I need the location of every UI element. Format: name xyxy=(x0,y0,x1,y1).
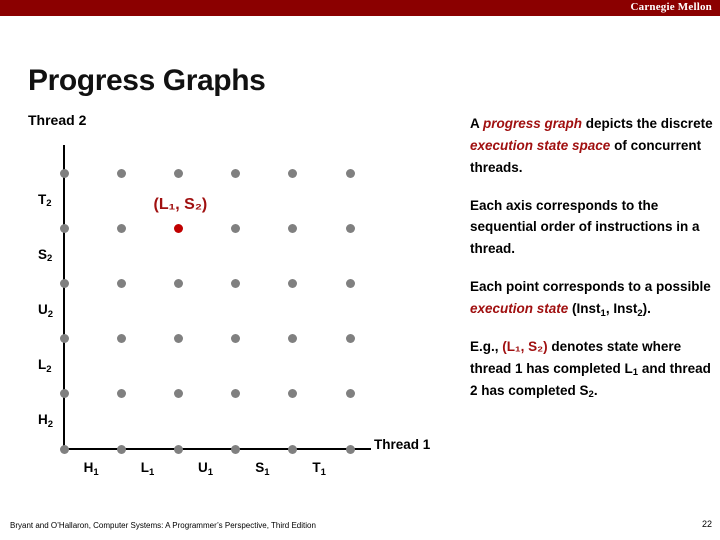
description-paragraph-1: A progress graph depicts the discrete ex… xyxy=(470,113,714,179)
state-dot xyxy=(231,389,241,399)
state-dot xyxy=(173,389,183,399)
p4-text-4: . xyxy=(593,382,598,398)
p4-state-accent: (L₁, S₂) xyxy=(502,338,548,354)
state-dot xyxy=(173,444,183,454)
description-paragraph-2: Each axis corresponds to the sequential … xyxy=(470,195,714,261)
y-axis-tick-h2: H2 xyxy=(38,412,54,430)
description-column: A progress graph depicts the discrete ex… xyxy=(470,113,714,417)
x-axis-tick-t1: T1 xyxy=(312,460,326,478)
p1-text-2: depicts the discrete xyxy=(582,116,713,131)
state-dot xyxy=(288,168,298,178)
x-axis-tick-h1: H1 xyxy=(83,460,99,478)
x-axis-tick-s1: S1 xyxy=(255,460,270,478)
state-dot xyxy=(345,444,355,454)
p4-subscript-2: 2 xyxy=(588,389,594,401)
state-dot xyxy=(59,444,69,454)
y-axis-line xyxy=(63,145,65,449)
p3-text-1: Each point corresponds to a possible xyxy=(470,279,711,295)
state-dot xyxy=(231,223,241,233)
p3-emphasis-execution-state: execution state xyxy=(470,301,569,317)
p1-emphasis-progress-graph: progress graph xyxy=(483,116,583,131)
state-dot xyxy=(345,168,355,178)
p1-emphasis-execution-state-space: execution state space xyxy=(470,137,611,153)
page-number: 22 xyxy=(701,519,712,529)
p3-text-3: , Inst xyxy=(605,301,638,317)
state-dot xyxy=(59,168,69,178)
state-dot xyxy=(345,334,355,344)
p3-text-4: ). xyxy=(642,301,651,317)
state-dot xyxy=(231,334,241,344)
description-paragraph-3: Each point corresponds to a possible exe… xyxy=(470,276,714,320)
state-dot xyxy=(116,168,126,178)
state-dot xyxy=(173,278,183,288)
progress-graph-figure: Thread 2 Thread 1 H1 L1 U1 S1 T1 H2 L2 U2 S2 T2 (… xyxy=(0,0,470,500)
y-axis-tick-u2: U2 xyxy=(38,302,54,320)
execution-state-annotation: (L₁, S₂) xyxy=(153,196,208,214)
x-axis-tick-l1: L1 xyxy=(140,460,155,478)
state-dot xyxy=(116,278,126,288)
state-dot xyxy=(231,278,241,288)
p1-text-1: A xyxy=(470,116,483,131)
x-axis-tick-u1: U1 xyxy=(198,460,214,478)
state-dot xyxy=(59,223,69,233)
state-dot xyxy=(345,278,355,288)
institution-name: Carnegie Mellon xyxy=(630,1,712,13)
state-dot xyxy=(288,334,298,344)
state-dot xyxy=(116,334,126,344)
y-axis-tick-t2: T2 xyxy=(38,191,52,210)
description-paragraph-4: E.g., (L₁, S₂) denotes state where threa… xyxy=(470,336,714,402)
state-dot xyxy=(173,168,183,178)
state-dot xyxy=(116,444,126,454)
x-axis-title: Thread 1 xyxy=(374,437,431,452)
state-dot xyxy=(288,389,298,399)
p3-text-2: (Inst xyxy=(568,301,601,317)
state-dot xyxy=(231,444,241,454)
p3-subscript-2: 2 xyxy=(637,307,643,319)
state-dot xyxy=(288,223,298,233)
p4-subscript-1: 1 xyxy=(632,367,639,379)
state-dot xyxy=(345,389,355,399)
state-dot xyxy=(59,334,69,344)
x-axis-line xyxy=(63,448,371,450)
y-axis-title: Thread 2 xyxy=(28,112,87,128)
highlighted-state-dot xyxy=(173,223,183,233)
footer-citation: Bryant and O’Hallaron, Computer Systems:… xyxy=(10,521,316,530)
state-dot xyxy=(173,334,183,344)
p3-subscript-1: 1 xyxy=(600,307,606,319)
state-dot xyxy=(345,223,355,233)
p4-text-1: E.g., xyxy=(470,338,503,354)
state-dot xyxy=(231,168,241,178)
y-axis-tick-l2: L2 xyxy=(38,357,52,375)
state-dot xyxy=(288,444,298,454)
state-dot xyxy=(59,389,69,399)
state-dot xyxy=(59,278,69,288)
state-dot xyxy=(116,223,126,233)
state-dot xyxy=(116,389,126,399)
y-axis-tick-s2: S2 xyxy=(38,246,53,265)
p2-text: Each axis corresponds to the sequential … xyxy=(470,197,700,257)
state-dot xyxy=(288,278,298,288)
